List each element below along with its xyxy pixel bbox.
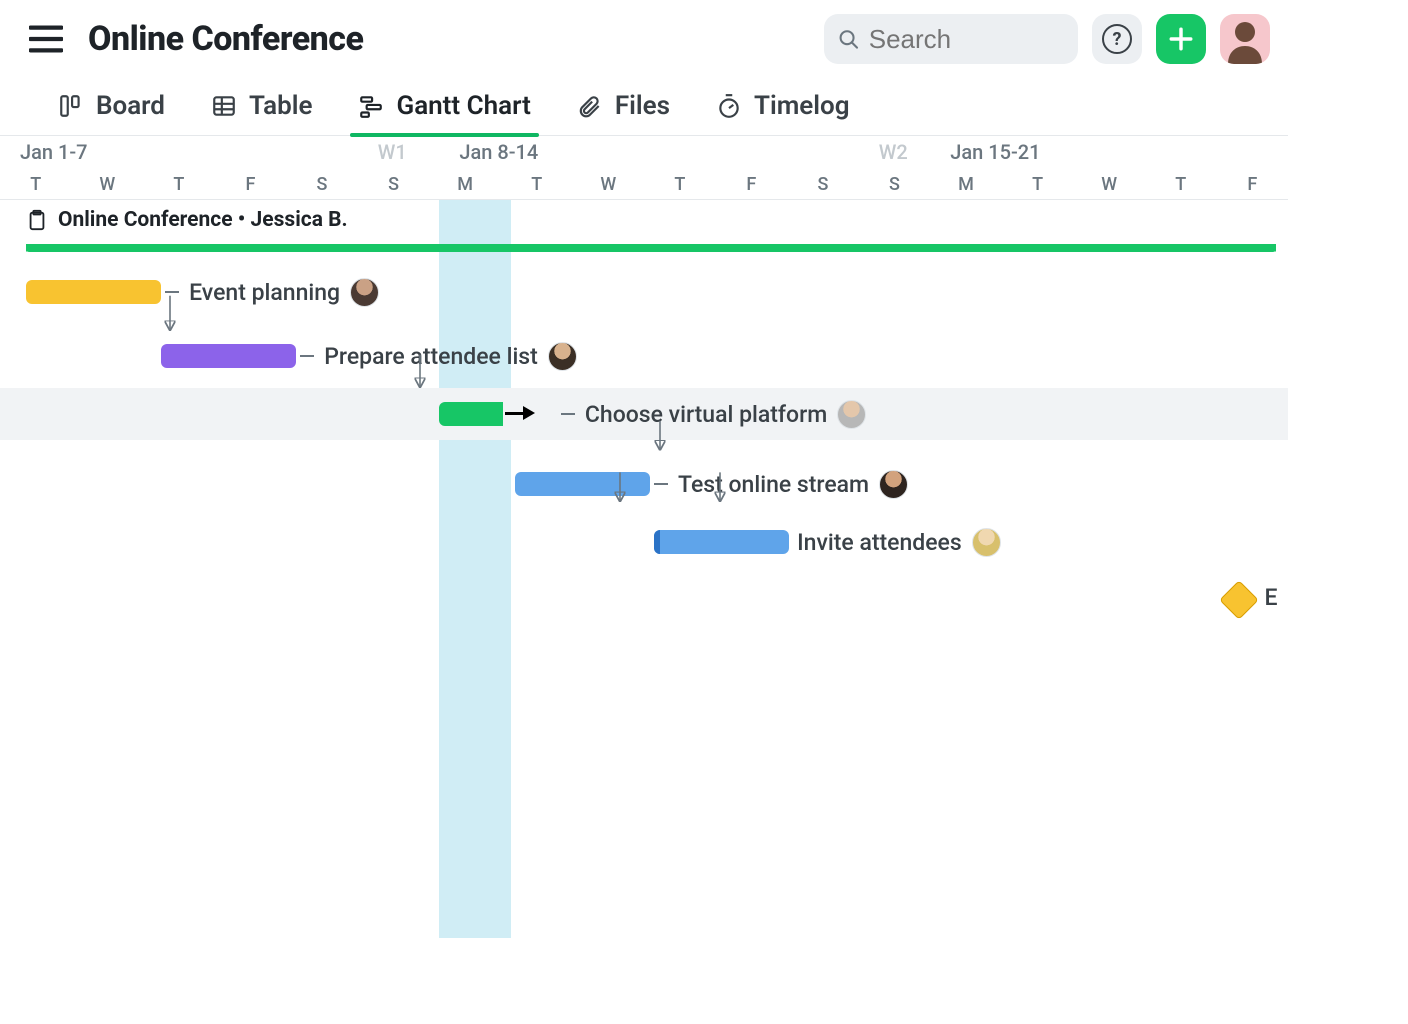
tab-label: Gantt Chart xyxy=(396,91,530,121)
day-cell: M xyxy=(429,174,501,195)
stopwatch-icon xyxy=(716,93,742,119)
header-actions: ? xyxy=(824,14,1270,64)
connector-tick xyxy=(300,355,314,357)
day-cell: S xyxy=(787,174,859,195)
day-cell: T xyxy=(1145,174,1217,195)
tab-label: Timelog xyxy=(754,91,850,121)
task-bar-test-stream[interactable] xyxy=(515,472,650,496)
gantt-body[interactable]: Online Conference • Jessica B. Event pla… xyxy=(0,200,1288,938)
tab-gantt-chart[interactable]: Gantt Chart xyxy=(354,77,534,135)
profile-avatar[interactable] xyxy=(1220,14,1270,64)
plus-icon xyxy=(1168,26,1194,52)
task-row-invite: Invite attendees xyxy=(0,510,1288,574)
connector-tick xyxy=(165,291,179,293)
day-cell: W xyxy=(72,174,144,195)
tab-label: Table xyxy=(249,91,313,121)
tab-timelog[interactable]: Timelog xyxy=(712,77,854,135)
assignee-avatar[interactable] xyxy=(972,528,1001,557)
avatar-icon xyxy=(1220,14,1270,64)
day-cell: T xyxy=(644,174,716,195)
task-row-choose-platform: Choose virtual platform xyxy=(0,388,1288,440)
day-cell: T xyxy=(1002,174,1074,195)
tab-label: Board xyxy=(96,91,165,121)
task-bar-invite[interactable] xyxy=(654,530,789,554)
assignee-avatar[interactable] xyxy=(879,470,908,499)
task-label[interactable]: Invite attendees xyxy=(797,529,962,556)
task-bar-prepare-list[interactable] xyxy=(161,344,296,368)
add-button[interactable] xyxy=(1156,14,1206,64)
connector-tick xyxy=(561,413,575,415)
page-title: Online Conference xyxy=(88,19,363,59)
task-row-prepare-list: Prepare attendee list xyxy=(0,324,1288,388)
task-label[interactable]: Choose virtual platform xyxy=(585,401,827,428)
search-input[interactable] xyxy=(869,24,1064,55)
view-tabs: Board Table Gantt Chart Files Timelog xyxy=(0,78,1288,136)
day-cell: W xyxy=(572,174,644,195)
task-bar-event-planning[interactable] xyxy=(26,280,161,304)
range-label: Jan 15-21 xyxy=(950,140,1040,164)
help-icon: ? xyxy=(1102,24,1132,54)
project-summary-bar[interactable] xyxy=(26,244,1276,252)
task-label[interactable]: Test online stream xyxy=(678,471,869,498)
task-bar-choose-platform[interactable] xyxy=(439,402,503,426)
clipboard-icon xyxy=(26,208,48,232)
search-icon xyxy=(838,27,859,51)
timeline-days-row: T W T F S S M T W T F S S M T W T F xyxy=(0,168,1288,200)
milestone-diamond[interactable] xyxy=(1219,580,1259,620)
day-cell: F xyxy=(716,174,788,195)
day-cell: M xyxy=(930,174,1002,195)
search-box[interactable] xyxy=(824,14,1078,64)
milestone-row: E xyxy=(0,570,1288,634)
board-icon xyxy=(58,93,84,119)
task-row-test-stream: Test online stream xyxy=(0,452,1288,516)
task-label[interactable]: Event planning xyxy=(189,279,340,306)
tab-table[interactable]: Table xyxy=(207,77,317,135)
day-cell: T xyxy=(501,174,573,195)
tab-files[interactable]: Files xyxy=(573,77,674,135)
tab-board[interactable]: Board xyxy=(54,77,169,135)
project-title: Online Conference • Jessica B. xyxy=(58,208,348,232)
help-button[interactable]: ? xyxy=(1092,14,1142,64)
task-label[interactable]: Prepare attendee list xyxy=(324,343,538,370)
day-cell: S xyxy=(358,174,430,195)
assignee-avatar[interactable] xyxy=(837,400,866,429)
day-cell: F xyxy=(1217,174,1288,195)
app-header: Online Conference ? xyxy=(0,0,1288,78)
task-row-event-planning: Event planning xyxy=(0,260,1288,324)
day-cell: S xyxy=(286,174,358,195)
day-cell: S xyxy=(859,174,931,195)
day-cell: T xyxy=(0,174,72,195)
assignee-avatar[interactable] xyxy=(548,342,577,371)
week-label: W2 xyxy=(879,140,908,164)
drag-handle-icon[interactable] xyxy=(505,406,535,420)
milestone-label: E xyxy=(1265,584,1278,611)
range-label: Jan 1-7 xyxy=(20,140,88,164)
menu-button[interactable] xyxy=(18,12,74,66)
hamburger-icon xyxy=(29,25,63,53)
project-summary-row[interactable]: Online Conference • Jessica B. xyxy=(0,200,1288,260)
gantt-icon xyxy=(358,93,384,119)
paperclip-icon xyxy=(577,93,603,119)
connector-tick xyxy=(654,483,668,485)
assignee-avatar[interactable] xyxy=(350,278,379,307)
tab-label: Files xyxy=(615,91,670,121)
day-cell: T xyxy=(143,174,215,195)
table-icon xyxy=(211,93,237,119)
range-label: Jan 8-14 xyxy=(459,140,538,164)
day-cell: W xyxy=(1073,174,1145,195)
week-label: W1 xyxy=(378,140,407,164)
timeline-range-row: Jan 1-7 W1 Jan 8-14 W2 Jan 15-21 xyxy=(0,136,1288,168)
day-cell: F xyxy=(215,174,287,195)
gantt-timeline: Jan 1-7 W1 Jan 8-14 W2 Jan 15-21 T W T F… xyxy=(0,136,1288,938)
